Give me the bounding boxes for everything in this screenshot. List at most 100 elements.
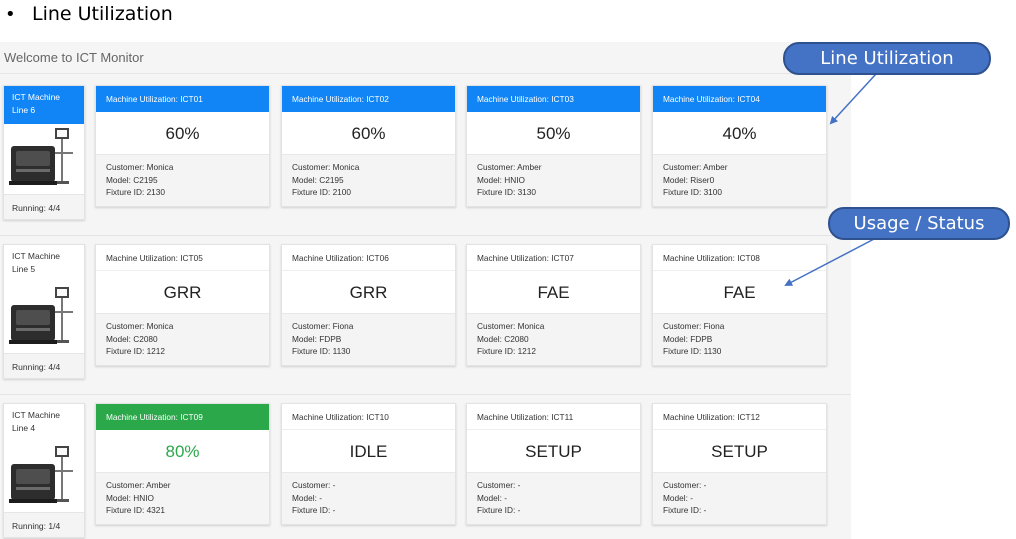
row-divider (0, 394, 851, 395)
machine-utilization-value: 80% (165, 442, 200, 461)
fixture-text: Fixture ID: - (292, 505, 336, 515)
machine-utilization-value: 60% (165, 124, 200, 143)
fixture-text: Fixture ID: 1212 (477, 346, 537, 356)
customer-text: Customer: Amber (663, 162, 728, 172)
customer-text: Customer: Monica (106, 321, 174, 331)
machine-card-details: Customer: Fiona Model: FDPB Fixture ID: … (282, 313, 455, 365)
machine-card-header: Machine Utilization: ICT11 (467, 404, 640, 430)
machine-card-header: Machine Utilization: ICT03 (467, 86, 640, 112)
machine-card-header: Machine Utilization: ICT04 (653, 86, 826, 112)
machine-status-value: GRR (163, 283, 202, 302)
machine-card-ict10[interactable]: Machine Utilization: ICT10 IDLE Customer… (281, 403, 456, 525)
machine-card-ict03[interactable]: Machine Utilization: ICT03 50% Customer:… (466, 85, 641, 207)
heading-text: Line Utilization (32, 3, 173, 25)
ict-machine-image (4, 442, 84, 512)
line-card-4[interactable]: ICT Machine Line 4 Running: 1/4 (3, 403, 85, 538)
machine-card-details: Customer: Fiona Model: FDPB Fixture ID: … (653, 313, 826, 365)
fixture-text: Fixture ID: - (477, 505, 521, 515)
model-text: Model: C2080 (106, 333, 158, 344)
model-text: Model: - (663, 492, 693, 503)
machine-card-ict12[interactable]: Machine Utilization: ICT12 SETUP Custome… (652, 403, 827, 525)
model-text: Model: FDPB (663, 333, 713, 344)
machine-status-value: FAE (723, 283, 756, 302)
customer-text: Customer: Fiona (292, 321, 354, 331)
machine-card-header: Machine Utilization: ICT07 (467, 245, 640, 271)
machine-status-value: IDLE (349, 442, 388, 461)
fixture-text: Fixture ID: 4321 (106, 505, 166, 515)
machine-card-details: Customer: Monica Model: C2195 Fixture ID… (96, 154, 269, 206)
machine-card-header: Machine Utilization: ICT05 (96, 245, 269, 271)
machine-card-ict08[interactable]: Machine Utilization: ICT08 FAE Customer:… (652, 244, 827, 366)
machine-utilization-value: 40% (722, 124, 757, 143)
bullet-marker: • (5, 3, 16, 25)
machine-card-details: Customer: Monica Model: C2080 Fixture ID… (96, 313, 269, 365)
machine-card-ict05[interactable]: Machine Utilization: ICT05 GRR Customer:… (95, 244, 270, 366)
line-card-title: ICT Machine (12, 410, 61, 420)
machine-status-value: GRR (349, 283, 388, 302)
machine-card-ict07[interactable]: Machine Utilization: ICT07 FAE Customer:… (466, 244, 641, 366)
line-row-5: ICT Machine Line 5 Running: 4/4 Machine … (0, 244, 851, 402)
machine-status-value: FAE (537, 283, 570, 302)
machine-status-value: SETUP (525, 442, 582, 461)
customer-text: Customer: - (292, 480, 336, 490)
model-text: Model: FDPB (292, 333, 342, 344)
line-card-6[interactable]: ICT Machine Line 6 Running: 4/4 (3, 85, 85, 220)
machine-card-ict11[interactable]: Machine Utilization: ICT11 SETUP Custome… (466, 403, 641, 525)
customer-text: Customer: Monica (477, 321, 545, 331)
machine-card-header: Machine Utilization: ICT08 (653, 245, 826, 271)
machine-card-details: Customer: Amber Model: Riser0 Fixture ID… (653, 154, 826, 206)
customer-text: Customer: Monica (106, 162, 174, 172)
line-card-subtitle: Line 6 (12, 105, 36, 115)
machine-card-ict06[interactable]: Machine Utilization: ICT06 GRR Customer:… (281, 244, 456, 366)
fixture-text: Fixture ID: 3100 (663, 187, 723, 197)
machine-card-details: Customer: Monica Model: C2080 Fixture ID… (467, 313, 640, 365)
callout-usage-status: Usage / Status (828, 207, 1010, 240)
fixture-text: Fixture ID: 2130 (106, 187, 166, 197)
line-card-subtitle: Line 4 (12, 423, 36, 433)
line-card-header: ICT Machine Line 5 (4, 245, 84, 283)
model-text: Model: - (292, 492, 322, 503)
line-card-header: ICT Machine Line 4 (4, 404, 84, 442)
ict-machine-image (4, 283, 84, 353)
callout-line-utilization: Line Utilization (783, 42, 991, 75)
customer-text: Customer: Monica (292, 162, 360, 172)
machine-card-ict01[interactable]: Machine Utilization: ICT01 60% Customer:… (95, 85, 270, 207)
running-count: Running: 4/4 (4, 353, 84, 378)
ict-machine-image (4, 124, 84, 194)
machine-card-header: Machine Utilization: ICT09 (96, 404, 269, 430)
machine-card-header: Machine Utilization: ICT06 (282, 245, 455, 271)
machine-utilization-value: 60% (351, 124, 386, 143)
machine-card-ict09[interactable]: Machine Utilization: ICT09 80% Customer:… (95, 403, 270, 525)
model-text: Model: C2195 (106, 174, 158, 185)
model-text: Model: HNIO (477, 174, 525, 185)
machine-card-header: Machine Utilization: ICT12 (653, 404, 826, 430)
fixture-text: Fixture ID: 1130 (292, 346, 351, 356)
model-text: Model: C2195 (292, 174, 344, 185)
line-card-title: ICT Machine (12, 251, 61, 261)
line-card-5[interactable]: ICT Machine Line 5 Running: 4/4 (3, 244, 85, 379)
line-card-subtitle: Line 5 (12, 264, 36, 274)
fixture-text: Fixture ID: 1212 (106, 346, 166, 356)
fixture-text: Fixture ID: 3130 (477, 187, 537, 197)
machine-card-details: Customer: - Model: - Fixture ID: - (653, 472, 826, 524)
fixture-text: Fixture ID: - (663, 505, 707, 515)
machine-card-details: Customer: Amber Model: HNIO Fixture ID: … (96, 472, 269, 524)
model-text: Model: Riser0 (663, 174, 715, 185)
machine-status-value: SETUP (711, 442, 768, 461)
fixture-text: Fixture ID: 1130 (663, 346, 722, 356)
machine-card-ict02[interactable]: Machine Utilization: ICT02 60% Customer:… (281, 85, 456, 207)
fixture-text: Fixture ID: 2100 (292, 187, 352, 197)
customer-text: Customer: - (663, 480, 707, 490)
machine-card-header: Machine Utilization: ICT01 (96, 86, 269, 112)
customer-text: Customer: Fiona (663, 321, 725, 331)
model-text: Model: - (477, 492, 507, 503)
running-count: Running: 1/4 (4, 512, 84, 537)
line-card-title: ICT Machine (12, 92, 61, 102)
line-row-4: ICT Machine Line 4 Running: 1/4 Machine … (0, 403, 851, 539)
row-divider (0, 235, 851, 236)
machine-card-details: Customer: - Model: - Fixture ID: - (467, 472, 640, 524)
machine-card-ict04[interactable]: Machine Utilization: ICT04 40% Customer:… (652, 85, 827, 207)
machine-card-details: Customer: Amber Model: HNIO Fixture ID: … (467, 154, 640, 206)
customer-text: Customer: Amber (477, 162, 542, 172)
machine-card-header: Machine Utilization: ICT10 (282, 404, 455, 430)
